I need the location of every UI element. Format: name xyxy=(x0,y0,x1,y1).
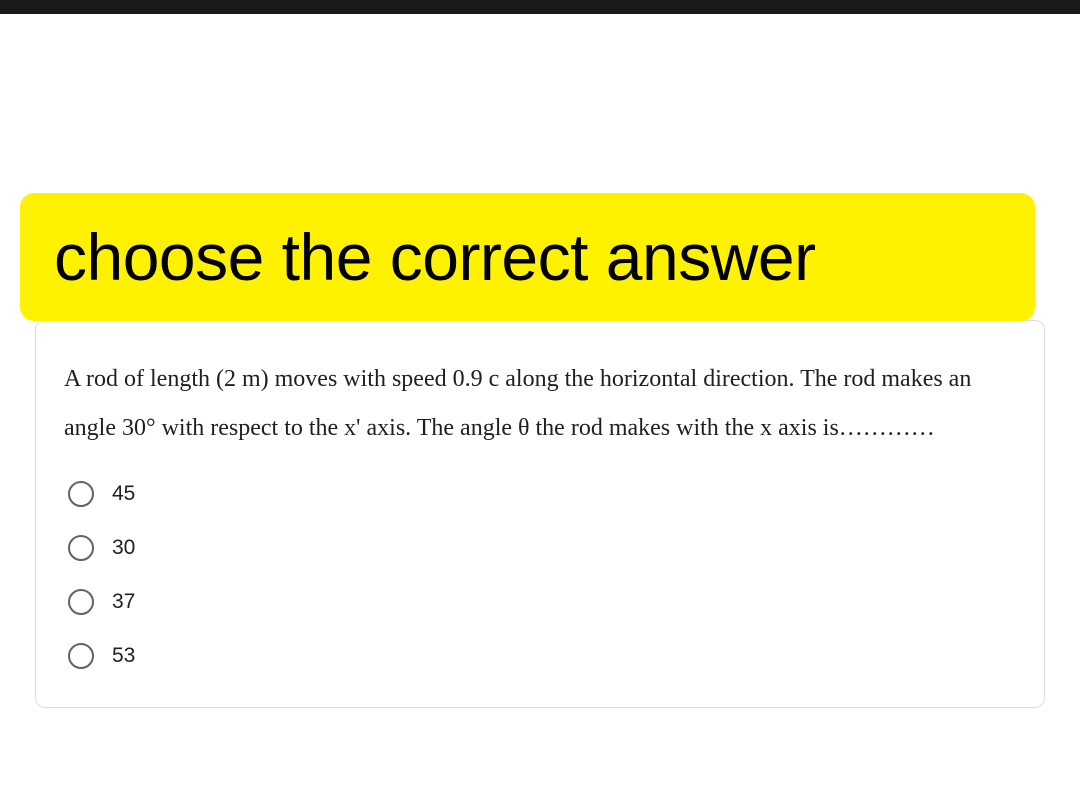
radio-icon[interactable] xyxy=(68,481,94,507)
radio-icon[interactable] xyxy=(68,535,94,561)
option-row-1[interactable]: 30 xyxy=(68,535,1016,561)
option-label: 37 xyxy=(112,590,135,614)
radio-icon[interactable] xyxy=(68,589,94,615)
option-label: 45 xyxy=(112,482,135,506)
instruction-banner: choose the correct answer xyxy=(20,193,1035,321)
option-row-0[interactable]: 45 xyxy=(68,481,1016,507)
option-label: 53 xyxy=(112,644,135,668)
options-list: 45 30 37 53 xyxy=(64,481,1016,669)
question-card: A rod of length (2 m) moves with speed 0… xyxy=(35,320,1045,708)
top-bar xyxy=(0,0,1080,14)
banner-title: choose the correct answer xyxy=(54,219,816,295)
radio-icon[interactable] xyxy=(68,643,94,669)
option-row-3[interactable]: 53 xyxy=(68,643,1016,669)
question-text: A rod of length (2 m) moves with speed 0… xyxy=(64,355,1016,453)
option-row-2[interactable]: 37 xyxy=(68,589,1016,615)
option-label: 30 xyxy=(112,536,135,560)
